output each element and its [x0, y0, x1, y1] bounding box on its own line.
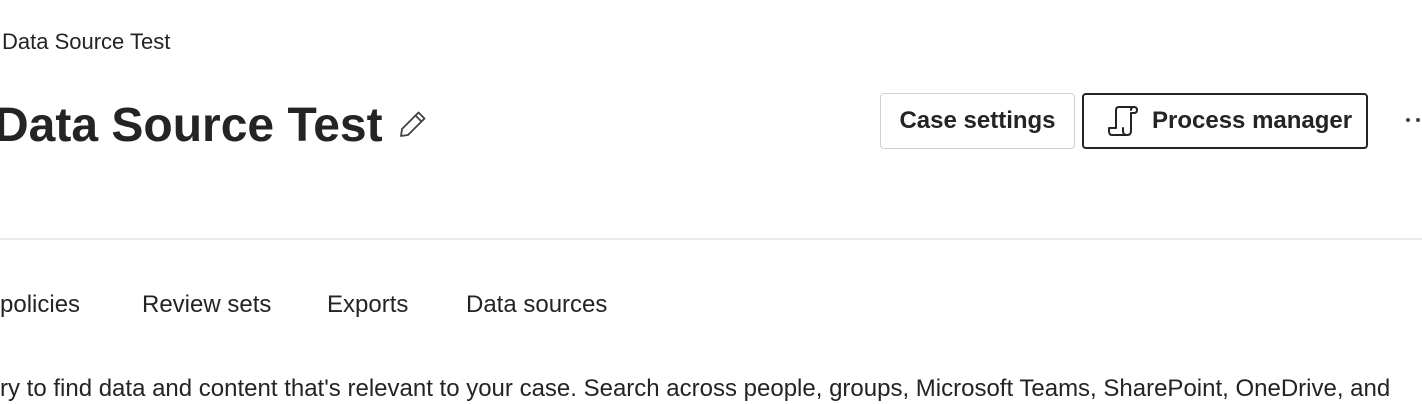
pencil-icon[interactable] [397, 108, 429, 140]
header-divider [0, 238, 1422, 240]
tab-data-sources[interactable]: Data sources [466, 290, 607, 320]
title-row: Data Source Test [0, 96, 429, 156]
process-manager-label: Process manager [1152, 107, 1353, 134]
more-options-button[interactable] [1400, 100, 1422, 140]
tab-exports[interactable]: Exports [327, 290, 408, 320]
tab-review-sets[interactable]: Review sets [142, 290, 271, 320]
tab-policies[interactable]: policies [0, 290, 80, 320]
breadcrumb[interactable]: Data Source Test [2, 28, 170, 56]
scroll-document-icon [1106, 104, 1140, 138]
more-horizontal-icon [1406, 118, 1420, 122]
description-text: ry to find data and content that's relev… [0, 375, 1391, 402]
page: Data Source Test Data Source Test Case s… [0, 0, 1422, 404]
process-manager-button[interactable]: Process manager [1082, 93, 1368, 149]
case-settings-button[interactable]: Case settings [880, 93, 1075, 149]
case-settings-label: Case settings [899, 107, 1056, 134]
page-title: Data Source Test [0, 99, 383, 152]
